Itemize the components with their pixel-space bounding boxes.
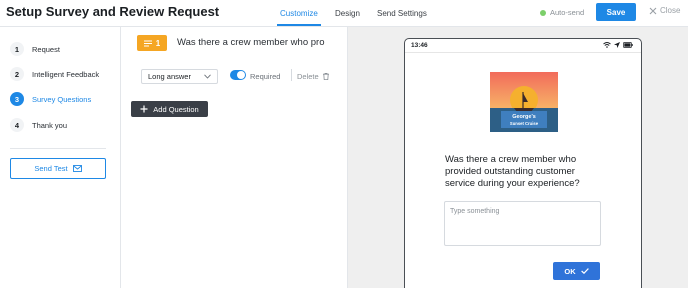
sidebar-step-survey-questions[interactable]: 3 Survey Questions <box>10 92 91 106</box>
send-test-label: Send Test <box>34 164 68 173</box>
location-icon <box>614 42 620 48</box>
logo-text-line1: George's <box>512 114 536 120</box>
question-editor: 1 Was there a crew member who pro Long a… <box>121 27 347 288</box>
required-label: Required <box>250 72 281 81</box>
required-toggle[interactable] <box>230 70 246 80</box>
sidebar-step-intelligent-feedback[interactable]: 2 Intelligent Feedback <box>10 67 99 81</box>
step-number: 1 <box>10 42 24 56</box>
question-text-field[interactable]: Was there a crew member who pro <box>177 37 345 48</box>
step-label: Intelligent Feedback <box>32 69 100 79</box>
delete-label: Delete <box>297 72 319 81</box>
sidebar: 1 Request 2 Intelligent Feedback 3 Surve… <box>0 27 121 288</box>
close-icon <box>649 7 657 14</box>
sidebar-divider <box>10 148 106 149</box>
add-question-label: Add Question <box>153 104 199 114</box>
business-logo: George's Sunset Cruise <box>490 72 558 132</box>
battery-icon <box>623 42 633 48</box>
close-label: Close <box>660 6 681 15</box>
trash-icon <box>322 73 329 80</box>
sidebar-step-request[interactable]: 1 Request <box>10 42 60 56</box>
step-number: 2 <box>10 67 24 81</box>
step-label: Request <box>32 44 60 54</box>
header: Setup Survey and Review Request Customiz… <box>0 0 688 26</box>
logo-text-line2: Sunset Cruise <box>510 121 539 126</box>
survey-preview-panel: 13:46 George's Sunset Cruise Was there a… <box>347 27 688 288</box>
divider <box>291 69 292 81</box>
answer-type-value: Long answer <box>148 72 191 81</box>
autosend-label: Auto-send <box>550 8 585 17</box>
tab-design[interactable]: Design <box>335 9 360 18</box>
autosend-status-dot <box>540 9 546 16</box>
chevron-down-icon <box>204 74 211 79</box>
preview-question: Was there a crew member who provided out… <box>445 154 580 189</box>
question-number: 1 <box>155 38 161 48</box>
ok-label: OK <box>564 266 576 276</box>
close-button[interactable]: Close <box>649 6 680 15</box>
step-label: Thank you <box>32 120 68 130</box>
send-test-button[interactable]: Send Test <box>10 158 106 179</box>
tab-send-settings[interactable]: Send Settings <box>377 9 427 18</box>
add-question-button[interactable]: Add Question <box>131 101 208 117</box>
step-label: Survey Questions <box>32 94 92 104</box>
save-button[interactable]: Save <box>596 3 636 21</box>
ok-button[interactable]: OK <box>553 262 600 280</box>
plus-icon <box>140 105 148 113</box>
preview-answer-input[interactable]: Type something <box>444 201 601 246</box>
answer-type-select[interactable]: Long answer <box>141 69 218 84</box>
page-title: Setup Survey and Review Request <box>6 4 220 19</box>
tab-customize[interactable]: Customize <box>280 9 318 18</box>
sidebar-step-thank-you[interactable]: 4 Thank you <box>10 118 67 132</box>
phone-status-bar: 13:46 <box>405 39 641 53</box>
phone-status-icons <box>603 42 633 48</box>
question-badge: 1 <box>137 35 167 51</box>
phone-mockup: 13:46 George's Sunset Cruise Was there a… <box>404 38 642 288</box>
wifi-icon <box>603 42 611 48</box>
step-number: 4 <box>10 118 24 132</box>
autosend-toggle[interactable]: Auto-send <box>540 8 584 17</box>
delete-button[interactable]: Delete <box>297 72 329 81</box>
envelope-icon <box>72 165 82 172</box>
text-lines-icon <box>143 40 152 46</box>
checkmark-icon <box>580 268 589 274</box>
step-number: 3 <box>10 92 24 106</box>
phone-time: 13:46 <box>411 42 428 49</box>
